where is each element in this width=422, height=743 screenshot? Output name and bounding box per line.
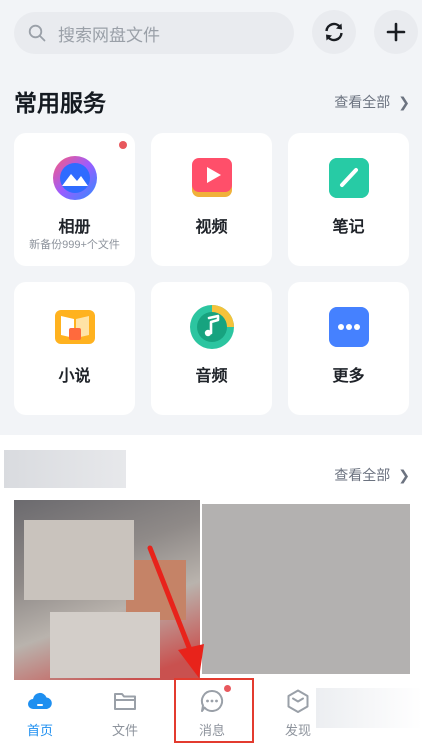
service-label: 笔记 [332,219,365,236]
service-subtext: 新备份999+个文件 [29,239,120,251]
services-see-all-link[interactable]: 查看全部 ❯ [334,92,410,112]
nav-home[interactable]: 首页 [0,680,80,743]
photo-thumbnail[interactable] [202,504,410,674]
see-all-label: 查看全部 [334,467,391,483]
service-label: 音频 [195,368,228,385]
service-label: 相册 [58,219,91,236]
chevron-right-icon: ❯ [398,466,410,483]
add-button[interactable] [374,10,418,54]
video-icon [192,158,232,197]
photos-see-all-link[interactable]: 查看全部 ❯ [334,465,410,485]
search-bar[interactable]: 搜索网盘文件 [14,12,294,54]
see-all-label: 查看全部 [334,94,391,110]
audio-icon [190,305,234,349]
new-badge [119,141,127,149]
plus-icon [386,22,406,42]
folder-icon [114,693,136,710]
blurred-region [24,520,134,600]
chevron-right-icon: ❯ [398,93,410,110]
search-icon [28,24,46,42]
service-card-video[interactable]: 视频 [151,133,272,266]
nav-files[interactable]: 文件 [85,680,165,743]
blurred-section-title [4,450,126,488]
service-label: 小说 [58,368,91,385]
service-card-novel[interactable]: 小说 [14,282,135,415]
search-placeholder: 搜索网盘文件 [58,25,160,45]
service-card-note[interactable]: 笔记 [288,133,409,266]
top-bar: 搜索网盘文件 [0,0,422,64]
home-cloud-icon [28,692,52,709]
more-icon [329,307,369,347]
highlight-box [174,678,254,743]
service-card-audio[interactable]: 音频 [151,282,272,415]
album-icon [53,156,97,200]
service-label: 视频 [195,219,228,236]
note-icon [329,158,369,198]
nav-label: 首页 [26,723,53,738]
service-card-album[interactable]: 相册 新备份999+个文件 [14,133,135,266]
service-label: 更多 [332,368,365,385]
photo-thumbnails [14,500,410,680]
blurred-region [316,688,422,728]
photo-thumbnail[interactable] [14,500,200,680]
novel-icon [55,310,95,344]
blurred-region [126,560,186,620]
blurred-region [50,612,160,678]
sync-icon [325,22,343,42]
discover-icon [287,689,309,713]
services-title: 常用服务 [14,90,106,116]
nav-label: 文件 [111,723,138,738]
service-card-more[interactable]: 更多 [288,282,409,415]
sync-button[interactable] [312,10,356,54]
